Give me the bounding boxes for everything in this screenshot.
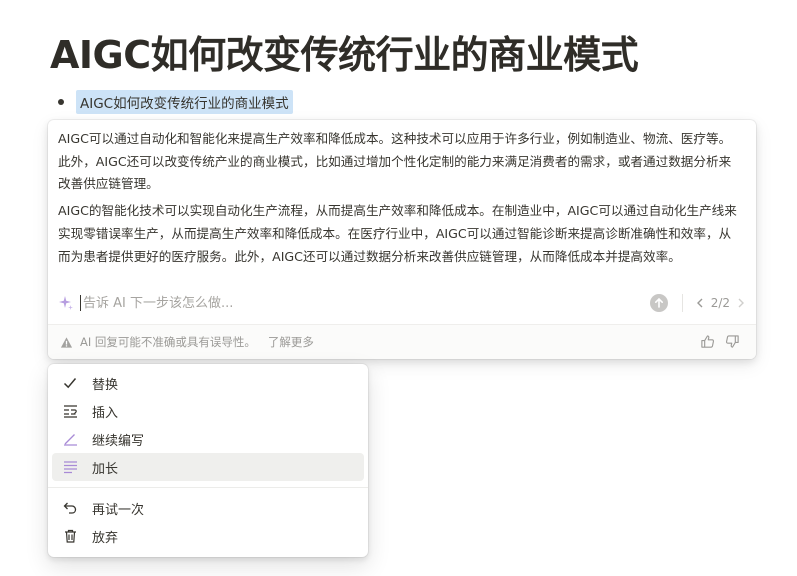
menu-item-label: 加长 [92, 461, 119, 477]
menu-item-label: 继续编写 [92, 433, 145, 449]
ai-response-content: AIGC可以通过自动化和智能化来提高生产效率和降低成本。这种技术可以应用于许多行… [58, 128, 738, 272]
bullet-list-item[interactable]: AIGC如何改变传统行业的商业模式 [58, 90, 293, 114]
menu-item-continue-writing[interactable]: 继续编写 [52, 425, 364, 453]
menu-item-try-again[interactable]: 再试一次 [52, 494, 364, 522]
ai-response-paragraph: AIGC的智能化技术可以实现自动化生产流程，从而提高生产效率和降低成本。在制造业… [58, 203, 737, 264]
thumbs-up-icon[interactable] [700, 334, 715, 349]
feedback-buttons [700, 334, 740, 349]
disclaimer-text: AI 回复可能不准确或具有误导性。 [80, 335, 256, 349]
insert-below-icon [62, 403, 78, 419]
page-title: AIGC如何改变传统行业的商业模式 [50, 33, 639, 77]
ai-action-menu: 替换 插入 继续编写 加长 再试一次 放弃 [48, 364, 368, 557]
chevron-right-icon [738, 298, 744, 308]
menu-item-replace[interactable]: 替换 [52, 369, 364, 397]
pen-icon [62, 431, 78, 447]
submit-button[interactable] [649, 294, 668, 312]
warning-icon [60, 335, 74, 349]
response-count: 2/2 [710, 296, 730, 310]
thumbs-down-icon[interactable] [725, 334, 740, 349]
menu-divider [48, 487, 368, 488]
ai-response-paragraph: AIGC可以通过自动化和智能化来提高生产效率和降低成本。这种技术可以应用于许多行… [58, 131, 732, 192]
divider [681, 294, 683, 312]
previous-response-button[interactable] [693, 295, 707, 311]
menu-item-label: 插入 [92, 405, 119, 421]
bullet-dot [58, 99, 64, 105]
learn-more-link[interactable]: 了解更多 [268, 334, 314, 350]
menu-item-discard[interactable]: 放弃 [52, 522, 364, 550]
menu-item-label: 放弃 [92, 530, 119, 546]
trash-icon [62, 528, 78, 544]
ask-ai-input[interactable] [80, 295, 650, 311]
menu-item-label: 再试一次 [92, 502, 145, 518]
menu-item-label: 替换 [92, 377, 119, 393]
response-pager: 2/2 [693, 295, 748, 311]
chevron-left-icon [696, 298, 703, 308]
selected-text[interactable]: AIGC如何改变传统行业的商业模式 [76, 90, 293, 114]
menu-item-insert[interactable]: 插入 [52, 397, 364, 425]
lines-icon [62, 459, 78, 475]
sparkle-icon [58, 295, 74, 311]
undo-icon [62, 500, 78, 516]
next-response-button[interactable] [734, 295, 748, 311]
ai-footer: AI 回复可能不准确或具有误导性。 了解更多 [48, 324, 756, 359]
ai-response-panel: AIGC可以通过自动化和智能化来提高生产效率和降低成本。这种技术可以应用于许多行… [48, 120, 756, 359]
check-icon [62, 375, 78, 391]
arrow-up-icon [654, 298, 663, 308]
menu-item-make-longer[interactable]: 加长 [52, 453, 364, 481]
ask-ai-row: 2/2 [58, 292, 748, 314]
